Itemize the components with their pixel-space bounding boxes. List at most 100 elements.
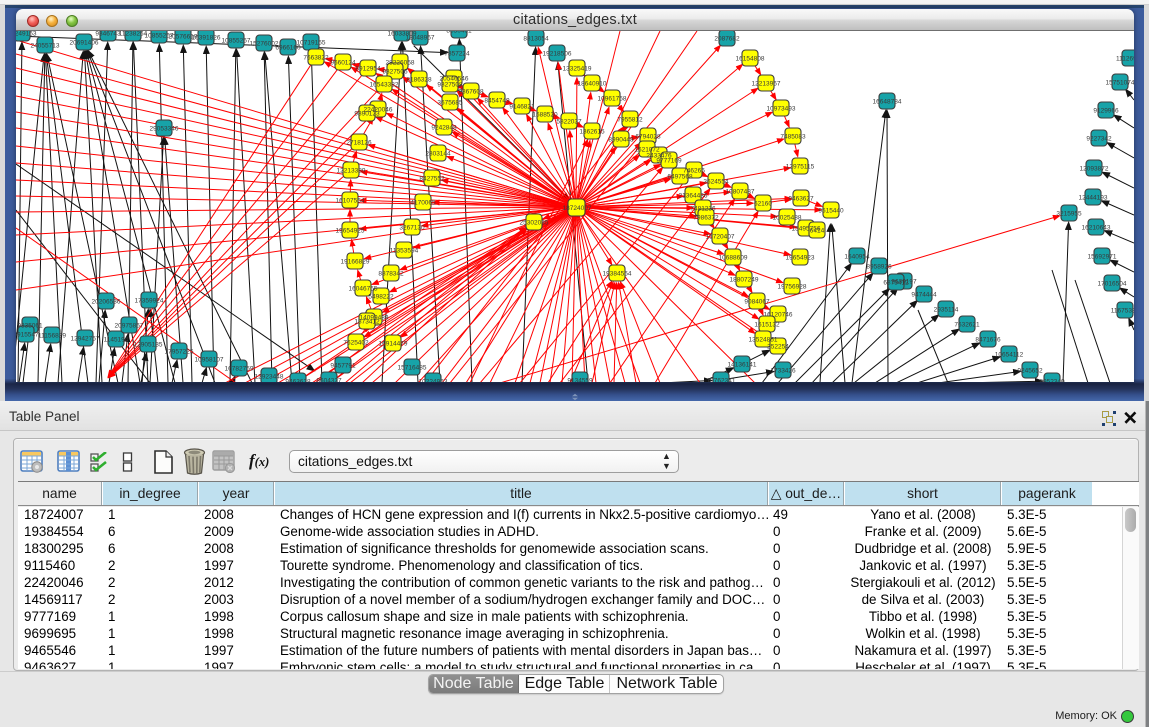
svg-text:9463628: 9463628 xyxy=(285,379,311,383)
svg-text:7857224: 7857224 xyxy=(444,51,470,58)
svg-text:16914479: 16914479 xyxy=(379,341,408,348)
svg-text:11675331: 11675331 xyxy=(1111,308,1134,315)
svg-text:9457791: 9457791 xyxy=(330,363,356,370)
svg-text:3215955: 3215955 xyxy=(1056,211,1082,218)
svg-text:1588520: 1588520 xyxy=(532,112,558,119)
svg-text:2935114: 2935114 xyxy=(934,307,959,314)
svg-text:6794028: 6794028 xyxy=(635,134,661,141)
svg-text:9327506: 9327506 xyxy=(382,69,408,76)
svg-text:10654112: 10654112 xyxy=(995,352,1024,359)
svg-text:19654925: 19654925 xyxy=(336,228,365,235)
svg-text:15751074: 15751074 xyxy=(1106,80,1134,87)
svg-text:3915547: 3915547 xyxy=(16,332,39,339)
svg-text:25302035: 25302035 xyxy=(520,220,549,227)
svg-text:62160: 62160 xyxy=(754,201,772,208)
svg-text:8454749: 8454749 xyxy=(484,98,510,105)
svg-text:16543382: 16543382 xyxy=(370,82,399,89)
svg-text:28226058: 28226058 xyxy=(386,60,415,67)
svg-text:8912954: 8912954 xyxy=(355,66,381,73)
svg-text:8427552: 8427552 xyxy=(419,176,445,183)
svg-text:7632621: 7632621 xyxy=(954,322,980,329)
svg-text:17957225: 17957225 xyxy=(165,349,194,356)
svg-text:2803144: 2803144 xyxy=(425,151,451,158)
svg-text:9129966: 9129966 xyxy=(1093,108,1119,115)
svg-text:10807487: 10807487 xyxy=(726,189,755,196)
svg-text:8990448: 8990448 xyxy=(608,137,634,144)
svg-text:10224963: 10224963 xyxy=(419,379,448,383)
svg-text:10958107: 10958107 xyxy=(195,357,224,364)
svg-text:8604327: 8604327 xyxy=(316,378,342,383)
svg-text:17359924: 17359924 xyxy=(135,298,164,305)
svg-text:12444193: 12444193 xyxy=(1079,195,1108,202)
svg-text:6497568: 6497568 xyxy=(667,174,693,181)
svg-text:7663822: 7663822 xyxy=(303,55,329,62)
svg-text:3675685: 3675685 xyxy=(437,100,463,107)
svg-text:9335061: 9335061 xyxy=(17,323,43,330)
svg-text:11126997: 11126997 xyxy=(1116,56,1134,63)
svg-text:9777169: 9777169 xyxy=(656,158,682,165)
svg-text:9146821: 9146821 xyxy=(509,104,535,111)
svg-text:1145194: 1145194 xyxy=(104,337,129,344)
svg-text:29053346: 29053346 xyxy=(150,126,179,133)
svg-text:15720407: 15720407 xyxy=(706,234,735,241)
svg-text:10391826: 10391826 xyxy=(192,35,221,42)
svg-text:9227342: 9227342 xyxy=(1086,136,1112,143)
svg-text:7481236: 7481236 xyxy=(690,206,716,213)
svg-text:1873412: 1873412 xyxy=(354,319,380,326)
svg-text:21364436: 21364436 xyxy=(679,193,708,200)
svg-text:7986372: 7986372 xyxy=(693,215,719,222)
svg-text:9242848: 9242848 xyxy=(431,125,457,132)
svg-text:8186328: 8186328 xyxy=(406,77,432,84)
svg-text:19654923: 19654923 xyxy=(786,255,815,262)
svg-text:8813054: 8813054 xyxy=(523,36,549,43)
svg-text:252254: 252254 xyxy=(767,344,789,351)
svg-text:7625402: 7625402 xyxy=(343,340,369,347)
svg-text:10762341: 10762341 xyxy=(707,378,736,383)
svg-text:3267130: 3267130 xyxy=(399,225,425,232)
svg-text:2087682: 2087682 xyxy=(714,36,740,43)
svg-text:8958926: 8958926 xyxy=(866,264,892,271)
svg-text:9134559: 9134559 xyxy=(567,378,593,383)
svg-text:12975115: 12975115 xyxy=(786,164,815,171)
svg-text:6873412: 6873412 xyxy=(883,280,909,287)
svg-text:12048967: 12048967 xyxy=(406,35,435,42)
svg-text:10025488: 10025488 xyxy=(773,215,802,222)
svg-text:5822037: 5822037 xyxy=(556,119,582,126)
svg-text:11156829: 11156829 xyxy=(38,333,66,340)
svg-text:16210643: 16210643 xyxy=(1082,225,1111,232)
svg-text:9515440: 9515440 xyxy=(818,208,844,215)
svg-text:10719155: 10719155 xyxy=(297,40,326,47)
svg-text:9660124: 9660124 xyxy=(330,60,356,67)
svg-text:15716485: 15716485 xyxy=(398,365,427,372)
svg-text:12213967: 12213967 xyxy=(752,81,781,88)
svg-text:9245652: 9245652 xyxy=(1017,368,1043,375)
svg-text:19384554: 19384554 xyxy=(603,271,632,278)
svg-text:12942757: 12942757 xyxy=(71,336,100,343)
svg-text:16120746: 16120746 xyxy=(764,312,793,319)
svg-text:10973493: 10973493 xyxy=(767,106,796,113)
svg-text:5498222: 5498222 xyxy=(368,294,394,301)
svg-text:9463627: 9463627 xyxy=(788,196,814,203)
svg-text:4170065: 4170065 xyxy=(410,200,436,207)
svg-text:11353594: 11353594 xyxy=(390,248,419,255)
svg-text:8878342: 8878342 xyxy=(378,271,404,278)
svg-text:7485083: 7485083 xyxy=(780,134,806,141)
svg-text:18807249: 18807249 xyxy=(730,277,759,284)
svg-text:12093872: 12093872 xyxy=(1080,166,1109,173)
svg-text:16648784: 16648784 xyxy=(873,99,902,106)
svg-text:20975867: 20975867 xyxy=(115,323,144,330)
svg-text:9890123: 9890123 xyxy=(354,111,380,118)
svg-text:1733426: 1733426 xyxy=(770,368,796,375)
svg-text:2718126: 2718126 xyxy=(346,140,372,147)
svg-text:9084067: 9084067 xyxy=(744,299,770,306)
svg-text:13325419: 13325419 xyxy=(563,66,592,73)
svg-text:9474444: 9474444 xyxy=(911,292,937,299)
svg-text:10961758: 10961758 xyxy=(598,96,627,103)
svg-text:19756928: 19756928 xyxy=(778,284,807,291)
svg-text:16107554: 16107554 xyxy=(336,198,365,205)
svg-text:12905135: 12905135 xyxy=(134,342,163,349)
svg-text:7955812: 7955812 xyxy=(617,117,643,124)
svg-text:19166829: 19166829 xyxy=(341,259,370,266)
svg-text:17016504: 17016504 xyxy=(1098,281,1127,288)
svg-text:24055713: 24055713 xyxy=(31,43,60,50)
